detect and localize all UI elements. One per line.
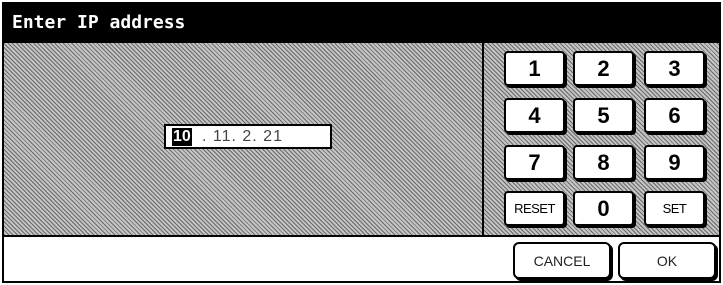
- ok-button[interactable]: OK: [618, 242, 716, 279]
- title-bar: Enter IP address: [4, 4, 719, 43]
- key-3[interactable]: 3: [644, 51, 705, 86]
- cancel-button[interactable]: CANCEL: [513, 242, 611, 279]
- ip-display-panel: 10 . 11. 2. 21: [4, 43, 482, 235]
- ip-active-segment: 10: [172, 128, 192, 146]
- dialog-title: Enter IP address: [12, 12, 186, 33]
- key-5[interactable]: 5: [573, 98, 634, 133]
- key-1[interactable]: 1: [504, 51, 565, 86]
- key-9[interactable]: 9: [644, 145, 705, 180]
- key-4[interactable]: 4: [504, 98, 565, 133]
- ip-address-field[interactable]: 10 . 11. 2. 21: [164, 124, 332, 149]
- key-8[interactable]: 8: [573, 145, 634, 180]
- ip-remaining-segments: . 11. 2. 21: [202, 128, 283, 145]
- ip-entry-dialog: Enter IP address 10 . 11. 2. 21 1 2 3 4 …: [2, 2, 721, 283]
- reset-button[interactable]: RESET: [504, 191, 565, 226]
- action-bar: CANCEL OK: [4, 235, 719, 281]
- keypad-panel: 1 2 3 4 5 6 7 8 9 RESET 0 SET: [482, 43, 719, 235]
- key-7[interactable]: 7: [504, 145, 565, 180]
- key-0[interactable]: 0: [573, 191, 634, 226]
- key-2[interactable]: 2: [573, 51, 634, 86]
- set-button[interactable]: SET: [644, 191, 705, 226]
- key-6[interactable]: 6: [644, 98, 705, 133]
